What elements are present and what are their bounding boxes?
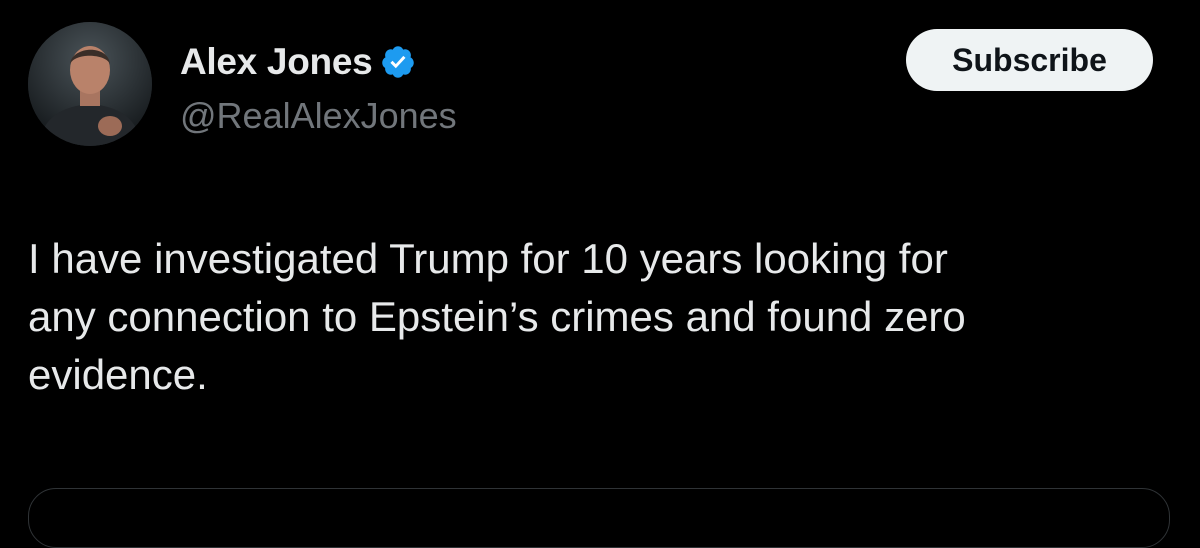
verified-badge-icon[interactable]: [380, 44, 416, 80]
tweet-text: I have investigated Trump for 10 years l…: [28, 235, 966, 398]
tweet[interactable]: Alex Jones @RealAlexJones Subscribe I ha…: [0, 0, 1200, 548]
author-handle[interactable]: @RealAlexJones: [180, 95, 457, 137]
author-display-name[interactable]: Alex Jones: [180, 41, 373, 83]
avatar-image: [28, 22, 152, 146]
avatar[interactable]: [28, 22, 152, 146]
quoted-card[interactable]: [28, 488, 1170, 548]
author-name-row[interactable]: Alex Jones: [180, 40, 416, 84]
subscribe-button[interactable]: Subscribe: [906, 29, 1153, 91]
